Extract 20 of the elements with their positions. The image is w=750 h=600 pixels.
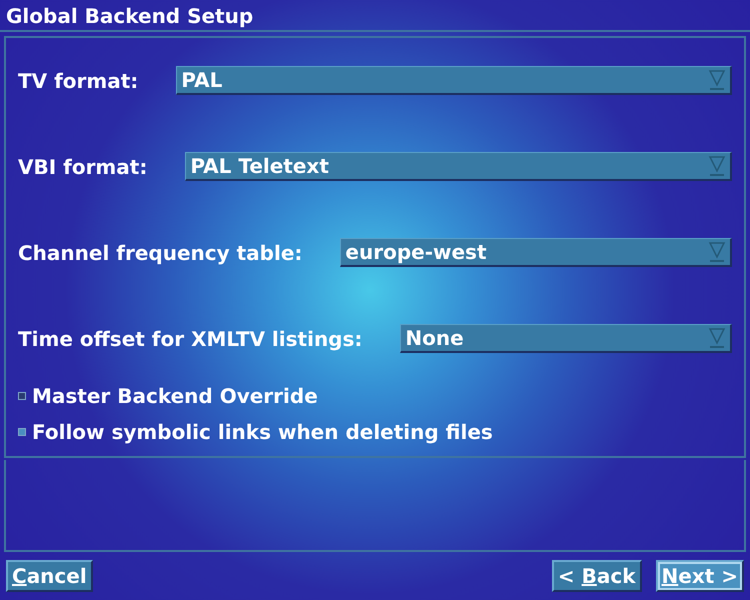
dropdown-arrow-icon	[708, 241, 726, 264]
dropdown[interactable]: None	[400, 324, 732, 354]
wizard-button[interactable]: < Back	[552, 560, 642, 592]
checkbox-label: Follow symbolic links when deleting files	[32, 420, 493, 444]
checkbox-label: Master Backend Override	[32, 384, 318, 408]
wizard-button[interactable]: Cancel	[6, 560, 93, 592]
setting-label: VBI format:	[18, 154, 148, 179]
checkbox[interactable]	[18, 428, 26, 436]
window-title: Global Backend Setup	[0, 0, 750, 32]
setting-label: Time offset for XMLTV listings:	[18, 326, 362, 351]
dropdown-arrow-icon	[708, 155, 726, 178]
dropdown-arrow-icon	[708, 327, 726, 350]
checkbox[interactable]	[18, 392, 26, 400]
wizard-button[interactable]: Next >	[656, 560, 744, 592]
dropdown[interactable]: PAL	[176, 66, 732, 96]
setting-label: TV format:	[18, 68, 138, 93]
dropdown-arrow-icon	[708, 69, 726, 92]
setting-label: Channel frequency table:	[18, 240, 302, 265]
dropdown[interactable]: PAL Teletext	[185, 152, 732, 182]
dropdown[interactable]: europe-west	[340, 238, 732, 268]
